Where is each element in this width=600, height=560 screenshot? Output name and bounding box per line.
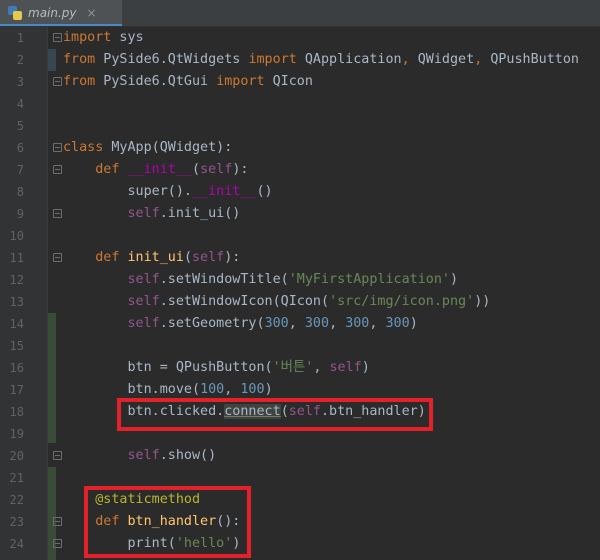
- line-number: 8: [16, 185, 24, 199]
- line-number: 16: [9, 361, 24, 375]
- line-number: 13: [9, 295, 24, 309]
- code-line-13: self.setWindowIcon(QIcon('src/img/icon.p…: [127, 294, 491, 309]
- code-line-9: self.init_ui(): [127, 206, 241, 221]
- line-number: 14: [9, 317, 24, 331]
- line-number: 5: [16, 119, 24, 133]
- code-line-8: super().__init__(): [63, 184, 273, 199]
- code-line-14: self.setGeometry(300, 300, 300, 300): [127, 316, 418, 331]
- code-line-1: import sys: [63, 30, 144, 45]
- highlight-box-connect: [117, 398, 433, 431]
- line-number: 7: [16, 163, 24, 177]
- code-line-7: def __init__(self):: [95, 162, 249, 177]
- code-line-12: self.setWindowTitle('MyFirstApplication'…: [127, 272, 459, 287]
- highlight-box-handler: [84, 486, 251, 558]
- line-number-gutter: 1 2 3 4 5 6 7 8 9 10 11 12 13 14 15 16 17 18 19 20 21 22 23 24: [0, 27, 48, 560]
- tab-filename: main.py: [28, 6, 77, 20]
- line-number: 18: [9, 405, 24, 419]
- code-line-3: from PySide6.QtGui import QIcon: [63, 74, 313, 89]
- editor-tab-bar: main.py ×: [0, 0, 600, 27]
- code-line-20: self.show(): [127, 448, 217, 463]
- line-number: 1: [16, 31, 24, 45]
- line-number: 24: [9, 537, 24, 551]
- python-file-icon: [8, 6, 22, 20]
- line-number: 23: [9, 515, 24, 529]
- line-number: 10: [9, 229, 24, 243]
- close-tab-icon[interactable]: ×: [87, 6, 97, 20]
- line-number: 12: [9, 273, 24, 287]
- tab-main-py[interactable]: main.py ×: [0, 0, 122, 26]
- code-editor[interactable]: import sys from PySide6.QtWidgets import…: [48, 27, 600, 560]
- code-line-11: def init_ui(self):: [95, 250, 241, 265]
- line-number: 22: [9, 493, 24, 507]
- line-number: 15: [9, 339, 24, 353]
- line-number: 21: [9, 471, 24, 485]
- line-number: 4: [16, 97, 24, 111]
- line-number: 6: [16, 141, 24, 155]
- code-line-6: class MyApp(QWidget):: [63, 140, 233, 155]
- code-line-2: from PySide6.QtWidgets import QApplicati…: [63, 52, 579, 67]
- line-number: 17: [9, 383, 24, 397]
- line-number: 19: [9, 427, 24, 441]
- code-line-16: btn = QPushButton('버튼', self): [63, 360, 370, 375]
- active-tab-indicator: [0, 24, 122, 26]
- line-number: 2: [16, 53, 24, 67]
- line-number: 9: [16, 207, 24, 221]
- line-number: 20: [9, 449, 24, 463]
- line-number: 11: [9, 251, 24, 265]
- line-number: 3: [16, 75, 24, 89]
